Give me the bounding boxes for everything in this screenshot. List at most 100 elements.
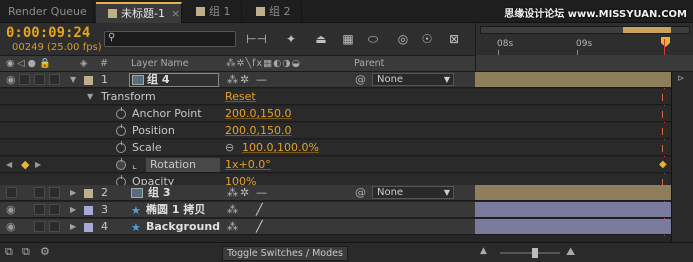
layer-name[interactable]: 椭圆 1 拷贝 — [146, 202, 205, 218]
property-selected[interactable]: Rotation — [146, 158, 220, 172]
effect-switch-icon[interactable]: — — [256, 72, 267, 88]
quality-switch-icon[interactable]: ✲ — [240, 72, 249, 88]
lock-toggle[interactable] — [49, 221, 60, 232]
comp-flowchart-icon[interactable]: ⊢⊣ — [246, 32, 267, 46]
solo-toggle[interactable] — [34, 187, 45, 198]
property-value[interactable]: 1x+0.0° — [225, 157, 271, 173]
keyframe-marker[interactable]: I — [661, 93, 664, 104]
solo-toggle[interactable] — [34, 221, 45, 232]
layer-row[interactable]: ▶ 2 组 3 ⁂ ✲ — @ None ▼ — [0, 185, 475, 201]
layer-label-color[interactable] — [84, 189, 93, 198]
constrain-proportions-icon[interactable]: ⊖ — [225, 140, 234, 156]
parent-dropdown[interactable]: None ▼ — [372, 186, 454, 199]
layer-label-color[interactable] — [84, 223, 93, 232]
layer-label-color[interactable] — [84, 76, 93, 85]
audio-toggle[interactable] — [19, 74, 30, 85]
keyframe-marker[interactable]: ◆ — [659, 159, 667, 170]
collapse-switch-icon[interactable]: ⁂ — [227, 202, 238, 218]
zoom-in-icon[interactable]: ⛰ — [566, 245, 575, 259]
expand-triangle-icon[interactable]: ▼ — [70, 72, 76, 88]
property-row-scale[interactable]: Scale ⊖ 100.0,100.0% — [0, 140, 475, 156]
property-row-anchor-point[interactable]: Anchor Point 200.0,150.0 — [0, 106, 475, 122]
solo-toggle[interactable] — [34, 74, 45, 85]
layer-duration-bar[interactable] — [475, 72, 671, 88]
layer-row[interactable]: ◉ ▶ 3 ★ 椭圆 1 拷贝 ⁂ ╱ — [0, 202, 475, 218]
tab-composition-1[interactable]: 未标题-1 × — [96, 2, 182, 23]
lock-toggle[interactable] — [49, 74, 60, 85]
stopwatch-icon[interactable] — [116, 141, 126, 153]
tab-render-queue[interactable]: Render Queue — [0, 2, 94, 23]
keyframe-marker[interactable]: I — [661, 127, 664, 138]
layer-row[interactable]: ◉ ▶ 4 ★ Background ⁂ ╱ — [0, 219, 475, 235]
lock-toggle[interactable] — [49, 187, 60, 198]
current-time-display[interactable]: 0:00:09:24 — [6, 25, 90, 41]
transform-group-row[interactable]: ▼ Transform Reset — [0, 89, 475, 105]
work-area-range[interactable] — [623, 27, 671, 33]
property-row-rotation[interactable]: ◀ ◆ ▶ ⌞ Rotation 1x+0.0° — [0, 157, 475, 173]
layer-duration-bar[interactable] — [475, 185, 671, 201]
layer-switches-icon[interactable]: ⧉ — [5, 245, 13, 259]
lock-toggle[interactable] — [49, 204, 60, 215]
column-layer-name[interactable]: Layer Name — [131, 56, 189, 72]
toggle-switches-modes-button[interactable]: Toggle Switches / Modes — [222, 246, 348, 261]
pickwhip-icon[interactable]: @ — [355, 72, 366, 88]
property-value[interactable]: 100.0,100.0% — [242, 140, 319, 156]
layer-row[interactable]: ◉ ▼ 1 组 4 ⁂ ✲ — @ None ▼ — [0, 72, 475, 88]
collapse-switch-icon[interactable]: ⁂ — [227, 72, 238, 88]
work-area-bar[interactable] — [480, 26, 690, 34]
reset-link[interactable]: Reset — [225, 89, 256, 105]
draft-3d-icon[interactable]: ⏏ — [313, 32, 329, 46]
next-keyframe-icon[interactable]: ▶ — [35, 157, 41, 173]
comp-button-icon[interactable]: ⊳ — [677, 74, 685, 84]
shy-layers-icon[interactable]: ▦ — [340, 32, 356, 46]
brainstorm-icon[interactable]: ☉ — [419, 32, 435, 46]
quality-switch-icon[interactable]: ╱ — [256, 219, 263, 235]
live-update-icon[interactable]: ✦ — [283, 32, 299, 46]
expand-triangle-icon[interactable]: ▶ — [70, 202, 76, 218]
quality-switch-icon[interactable]: ✲ — [240, 185, 249, 201]
close-icon[interactable]: × — [171, 7, 180, 20]
eye-icon[interactable]: ◉ — [6, 202, 16, 218]
zoom-slider[interactable] — [500, 248, 560, 258]
graph-editor-icon[interactable]: ⊠ — [446, 32, 462, 46]
layer-label-color[interactable] — [84, 206, 93, 215]
in-out-panes-icon[interactable]: ⚙ — [40, 245, 50, 258]
tab-group-2[interactable]: 组 2 — [244, 2, 302, 23]
layer-name[interactable]: Background — [146, 219, 220, 235]
video-toggle[interactable] — [6, 187, 17, 198]
keyframe-marker[interactable]: I — [661, 144, 664, 155]
graph-icon[interactable]: ⌞ — [132, 157, 137, 173]
transfer-controls-icon[interactable]: ⧉ — [22, 245, 30, 259]
tab-group-1[interactable]: 组 1 — [184, 2, 242, 23]
quality-switch-icon[interactable]: ╱ — [256, 202, 263, 218]
parent-dropdown[interactable]: None ▼ — [372, 73, 454, 86]
expand-triangle-icon[interactable]: ▶ — [70, 219, 76, 235]
keyframe-marker[interactable]: I — [661, 110, 664, 121]
collapse-switch-icon[interactable]: ⁂ — [227, 219, 238, 235]
property-value[interactable]: 200.0,150.0 — [225, 123, 291, 139]
expand-triangle-icon[interactable]: ▶ — [70, 185, 76, 201]
expand-triangle-icon[interactable]: ▼ — [87, 89, 93, 105]
effect-switch-icon[interactable]: — — [256, 185, 267, 201]
motion-blur-icon[interactable]: ◎ — [395, 32, 411, 46]
zoom-out-icon[interactable]: ▲ — [480, 246, 487, 256]
search-input[interactable]: ⚲ — [104, 31, 236, 47]
frame-blending-icon[interactable]: ⬭ — [365, 32, 381, 46]
layer-name[interactable]: 组 3 — [148, 185, 170, 201]
time-ruler[interactable]: 08s 09s — [475, 23, 693, 55]
playhead-handle[interactable] — [661, 37, 670, 47]
eye-icon[interactable]: ◉ — [6, 219, 16, 235]
prev-keyframe-icon[interactable]: ◀ — [6, 157, 12, 173]
stopwatch-icon[interactable] — [116, 107, 126, 119]
layer-duration-bar[interactable] — [475, 219, 671, 235]
zoom-slider-thumb[interactable] — [532, 248, 538, 258]
vertical-scrollbar[interactable]: ⊳ — [671, 72, 693, 242]
layer-duration-bar[interactable] — [475, 202, 671, 218]
layer-name-field[interactable]: 组 4 — [129, 73, 219, 87]
property-row-position[interactable]: Position 200.0,150.0 — [0, 123, 475, 139]
add-keyframe-icon[interactable]: ◆ — [21, 157, 29, 173]
solo-toggle[interactable] — [34, 204, 45, 215]
stopwatch-icon[interactable] — [116, 124, 126, 136]
pickwhip-icon[interactable]: @ — [355, 185, 366, 201]
stopwatch-icon[interactable] — [116, 158, 126, 170]
